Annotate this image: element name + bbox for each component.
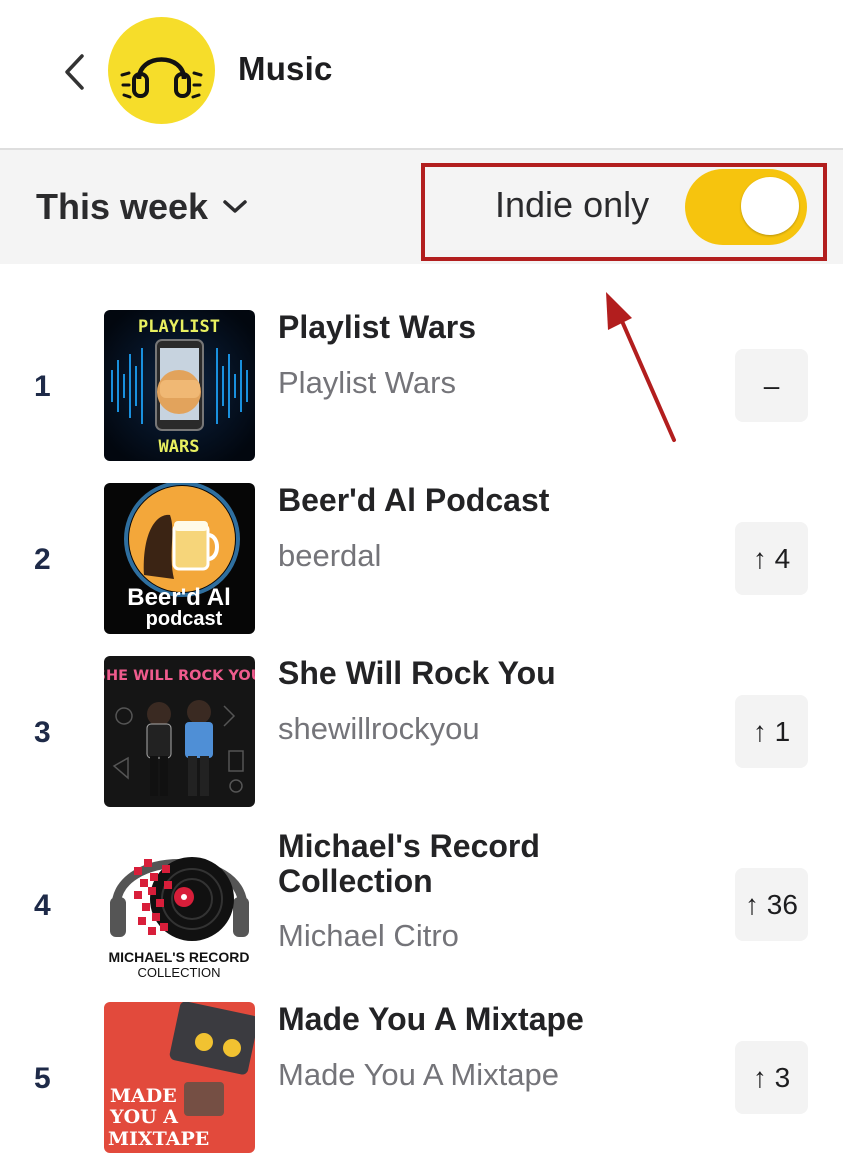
chart-row-2[interactable]: 2 Beer'd Al podcast Beer'd Al Podcast be…: [0, 483, 843, 643]
back-button[interactable]: [52, 46, 96, 98]
podcast-author: Michael Citro: [278, 918, 459, 953]
rank-change-badge: –: [735, 349, 808, 422]
chart-row-3[interactable]: 3 SHE WILL ROCK YOU She Will Rock You sh…: [0, 656, 843, 816]
chart-row-4[interactable]: 4 MICHAEL'S RECORD COLLECTION Michael's …: [0, 829, 843, 989]
podcast-author: Playlist Wars: [278, 365, 456, 400]
art-text: SHE WILL ROCK YOU: [104, 668, 255, 684]
podcast-title[interactable]: She Will Rock You: [278, 656, 698, 691]
podcast-title[interactable]: Playlist Wars: [278, 310, 698, 345]
rank-number: 2: [34, 543, 51, 576]
rank-change-badge: ↑ 3: [735, 1041, 808, 1114]
rank-change-badge: ↑ 1: [735, 695, 808, 768]
art-text: COLLECTION: [137, 965, 220, 980]
page-title: Music: [238, 50, 333, 87]
rank-number: 4: [34, 889, 51, 922]
rank-number: 5: [34, 1062, 51, 1095]
art-text: podcast: [146, 608, 223, 630]
podcast-artwork: MICHAEL'S RECORD COLLECTION: [104, 829, 255, 980]
app-header: Music: [0, 0, 843, 150]
rank-number: 1: [34, 370, 51, 403]
art-text: WARS: [159, 437, 200, 457]
podcast-author: Made You A Mixtape: [278, 1057, 559, 1092]
podcast-author: beerdal: [278, 538, 382, 573]
podcast-artwork: MADE YOU A MIXTAPE: [104, 1002, 255, 1153]
category-avatar: [108, 17, 215, 124]
chart-row-5[interactable]: 5 MADE YOU A MIXTAPE Made You A Mixtape …: [0, 1002, 843, 1162]
chevron-down-icon: [223, 200, 247, 213]
headphones-icon: [120, 57, 203, 99]
period-label: This week: [36, 186, 209, 227]
podcast-title-line: Michael's Record: [278, 828, 540, 864]
art-text: YOU A: [109, 1106, 178, 1128]
annotation-highlight-box: [421, 163, 827, 261]
art-text: PLAYLIST: [138, 317, 220, 337]
podcast-artwork: SHE WILL ROCK YOU: [104, 656, 255, 807]
rank-change-badge: ↑ 4: [735, 522, 808, 595]
podcast-artwork: Beer'd Al podcast: [104, 483, 255, 634]
podcast-title[interactable]: Michael's Record Collection: [278, 829, 698, 899]
podcast-title[interactable]: Made You A Mixtape: [278, 1002, 698, 1037]
podcast-title[interactable]: Beer'd Al Podcast: [278, 483, 698, 518]
podcast-artwork: PLAYLIST WARS: [104, 310, 255, 461]
chevron-left-icon: [65, 54, 84, 90]
rank-number: 3: [34, 716, 51, 749]
podcast-author: shewillrockyou: [278, 711, 480, 746]
art-text: MICHAEL'S RECORD: [109, 949, 250, 965]
chart-row-1[interactable]: 1 PLAYLIST WARS Playlist Wars Playlist W…: [0, 310, 843, 470]
period-dropdown[interactable]: This week: [36, 182, 248, 232]
podcast-title-line: Collection: [278, 863, 433, 899]
rank-change-badge: ↑ 36: [735, 868, 808, 941]
art-text: Beer'd Al: [127, 584, 231, 611]
art-text: MIXTAPE: [108, 1128, 209, 1150]
art-text: MADE: [110, 1085, 177, 1107]
